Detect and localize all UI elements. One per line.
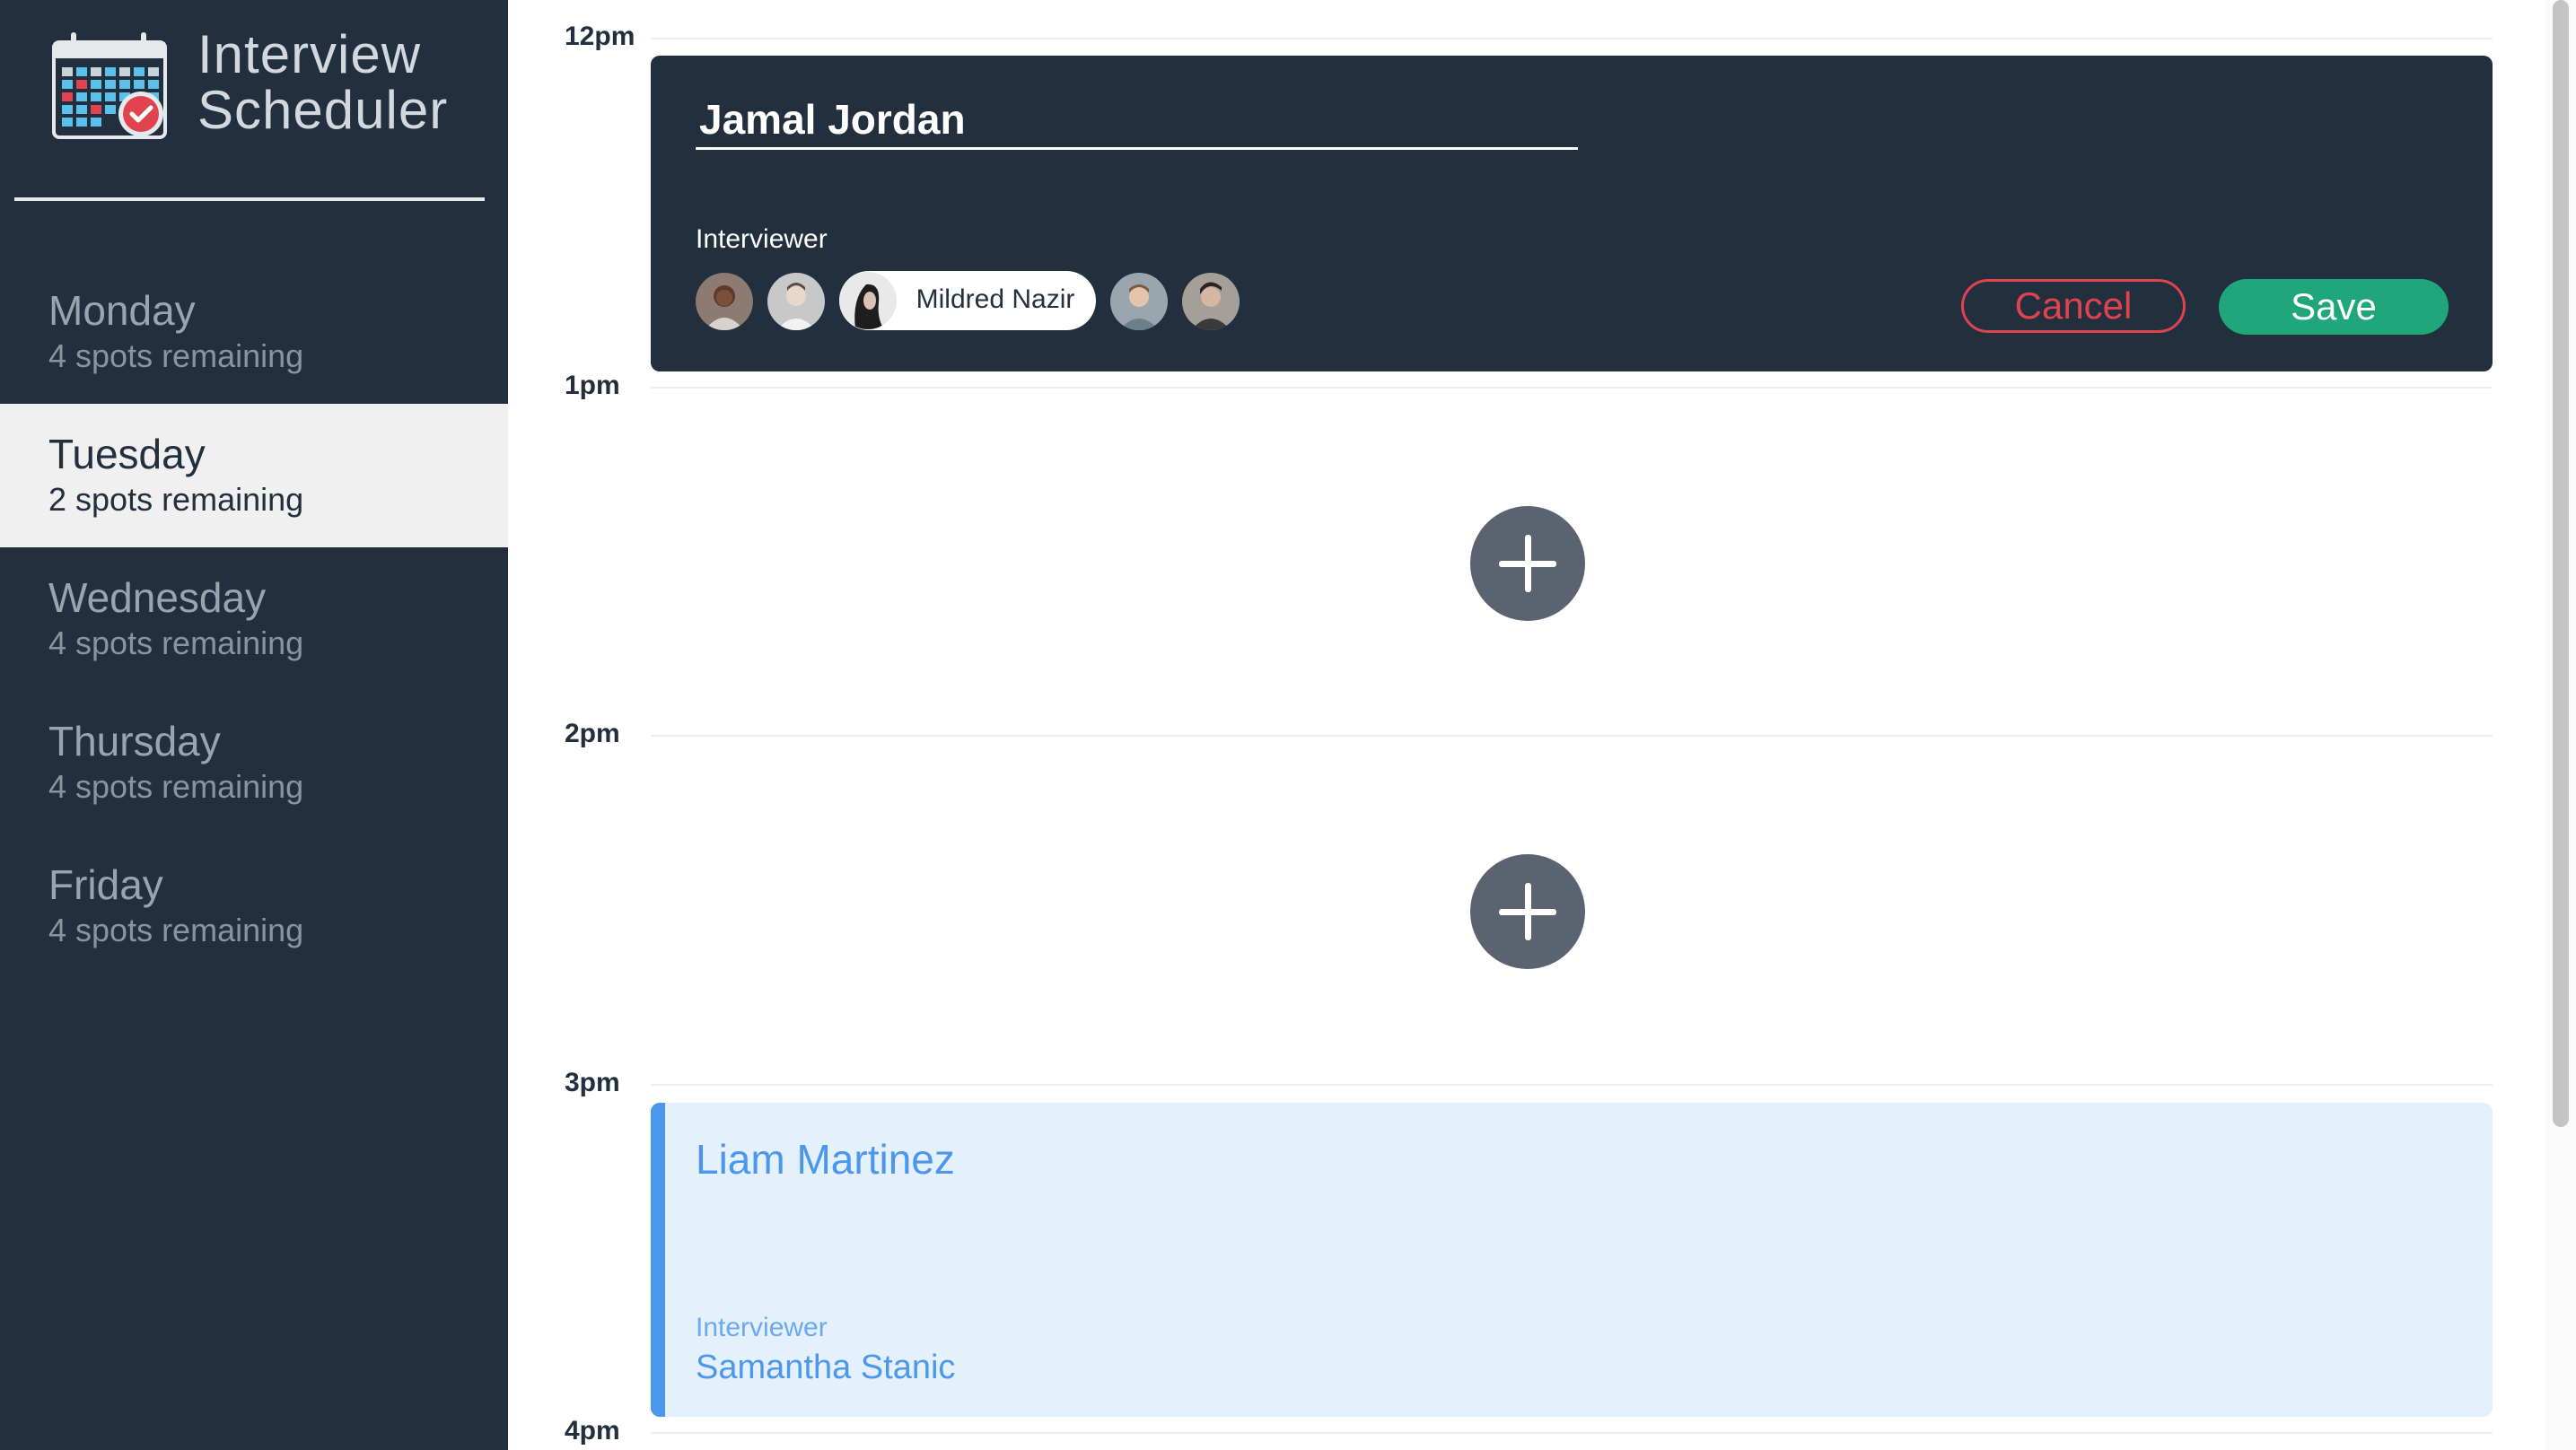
appointment-interviewer-name: Samantha Stanic xyxy=(696,1349,956,1386)
appointment-accent-bar xyxy=(651,1103,665,1417)
appointment-student-name: Liam Martinez xyxy=(696,1136,955,1183)
day-name: Wednesday xyxy=(48,574,267,621)
hour-divider xyxy=(651,387,2493,389)
scrollbar-thumb[interactable] xyxy=(2553,0,2569,1127)
calendar-logo-icon xyxy=(51,30,168,141)
student-name-input[interactable] xyxy=(696,92,1578,150)
day-item-monday[interactable]: Monday 4 spots remaining xyxy=(0,260,508,404)
day-spots-remaining: 4 spots remaining xyxy=(48,768,304,805)
interviewer-selected-chip[interactable]: Mildred Nazir xyxy=(839,271,1096,330)
interviewer-avatar-1[interactable] xyxy=(696,273,753,330)
interviewer-avatar-selected xyxy=(839,272,897,329)
day-spots-remaining: 4 spots remaining xyxy=(48,912,304,948)
app-title: Interview Scheduler xyxy=(197,27,448,138)
hour-divider xyxy=(651,735,2493,737)
interviewer-avatar-5[interactable] xyxy=(1182,273,1240,330)
app-title-line-2: Scheduler xyxy=(197,80,449,140)
interviewer-avatar-2[interactable] xyxy=(767,273,825,330)
hour-label-4pm: 4pm xyxy=(565,1416,620,1446)
day-spots-remaining: 4 spots remaining xyxy=(48,337,304,374)
interviewer-avatar-4[interactable] xyxy=(1110,273,1168,330)
hour-divider xyxy=(651,1432,2493,1434)
day-item-wednesday[interactable]: Wednesday 4 spots remaining xyxy=(0,547,508,691)
hour-divider xyxy=(651,38,2493,39)
selected-interviewer-name: Mildred Nazir xyxy=(916,284,1075,314)
day-name: Tuesday xyxy=(48,431,206,477)
sidebar: Interview Scheduler Monday 4 spots remai… xyxy=(0,0,508,1450)
day-spots-remaining: 4 spots remaining xyxy=(48,625,304,661)
day-name: Monday xyxy=(48,287,196,334)
day-name: Friday xyxy=(48,861,163,908)
add-appointment-button[interactable] xyxy=(1470,854,1585,969)
save-button[interactable]: Save xyxy=(2219,279,2449,335)
app-title-line-1: Interview xyxy=(197,24,422,84)
day-spots-remaining: 2 spots remaining xyxy=(48,481,304,518)
add-appointment-button[interactable] xyxy=(1470,506,1585,621)
hour-label-12pm: 12pm xyxy=(565,22,635,51)
hour-label-1pm: 1pm xyxy=(565,371,620,400)
appointment-edit-form: Interviewer Mildred Nazir Cancel Save xyxy=(651,56,2493,371)
cancel-button[interactable]: Cancel xyxy=(1961,279,2186,333)
appointment-interviewer-label: Interviewer xyxy=(696,1313,828,1342)
day-item-friday[interactable]: Friday 4 spots remaining xyxy=(0,834,508,978)
day-list: Monday 4 spots remaining Tuesday 2 spots… xyxy=(0,260,508,978)
sidebar-divider xyxy=(14,197,485,201)
day-item-thursday[interactable]: Thursday 4 spots remaining xyxy=(0,691,508,834)
hour-divider xyxy=(651,1084,2493,1086)
day-item-tuesday[interactable]: Tuesday 2 spots remaining xyxy=(0,404,508,547)
appointment-card[interactable]: Liam Martinez Interviewer Samantha Stani… xyxy=(651,1103,2493,1417)
hour-label-2pm: 2pm xyxy=(565,719,620,748)
day-name: Thursday xyxy=(48,718,221,764)
interviewer-list-label: Interviewer xyxy=(696,224,828,254)
hour-label-3pm: 3pm xyxy=(565,1068,620,1097)
